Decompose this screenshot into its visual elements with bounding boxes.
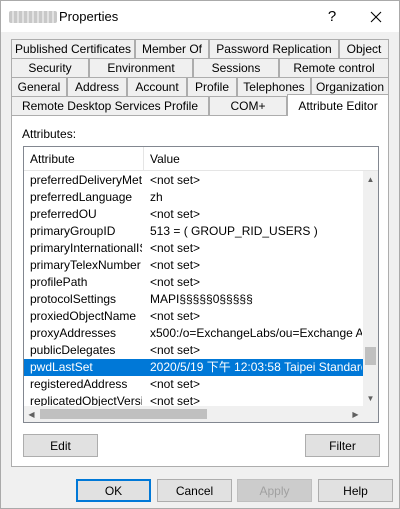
tab-address[interactable]: Address — [67, 77, 127, 96]
close-button[interactable] — [359, 1, 393, 32]
tab-attribute-editor[interactable]: Attribute Editor — [287, 94, 389, 116]
attribute-value-cell: <not set> — [150, 173, 201, 187]
attribute-name-cell: preferredLanguage — [30, 190, 133, 204]
table-row[interactable]: protocolSettings MAPI§§§§§0§§§§§ — [24, 291, 363, 308]
tab-object[interactable]: Object — [339, 39, 389, 58]
attribute-name-cell: preferredOU — [30, 207, 97, 221]
attribute-value-cell: <not set> — [150, 241, 201, 255]
list-header: Attribute Value — [24, 147, 378, 171]
table-row[interactable]: preferredDeliveryMet... <not set> — [24, 172, 363, 189]
table-row[interactable]: proxiedObjectName <not set> — [24, 308, 363, 325]
table-row[interactable]: preferredOU <not set> — [24, 206, 363, 223]
attribute-value-cell: zh — [150, 190, 163, 204]
horizontal-scroll-thumb[interactable] — [40, 409, 207, 419]
attribute-value-cell: 2020/5/19 下午 12:03:58 Taipei Standard T — [150, 360, 362, 374]
column-header-attribute[interactable]: Attribute — [24, 147, 144, 171]
table-row[interactable]: primaryInternationalIS... <not set> — [24, 240, 363, 257]
table-row[interactable]: preferredLanguage zh — [24, 189, 363, 206]
apply-button[interactable]: Apply — [237, 479, 312, 502]
attribute-value-cell: <not set> — [150, 309, 201, 323]
horizontal-scrollbar[interactable]: ◀ ▶ — [24, 406, 363, 422]
attribute-name-cell: proxyAddresses — [30, 326, 117, 340]
ok-button[interactable]: OK — [76, 479, 151, 502]
table-row[interactable]: pwdLastSet 2020/5/19 下午 12:03:58 Taipei S… — [24, 359, 363, 376]
attribute-value-cell: 513 = ( GROUP_RID_USERS ) — [150, 224, 318, 238]
tab-sessions[interactable]: Sessions — [193, 58, 279, 77]
filter-button[interactable]: Filter — [305, 434, 380, 457]
attribute-name-cell: protocolSettings — [30, 292, 117, 306]
attribute-value-cell: MAPI§§§§§0§§§§§ — [150, 292, 253, 306]
scroll-right-icon[interactable]: ▶ — [348, 406, 363, 422]
tab-security[interactable]: Security — [11, 58, 89, 77]
table-row[interactable]: primaryTelexNumber <not set> — [24, 257, 363, 274]
tab-member-of[interactable]: Member Of — [135, 39, 209, 58]
attribute-name-cell: primaryGroupID — [30, 224, 116, 238]
table-row[interactable]: registeredAddress <not set> — [24, 376, 363, 393]
blurred-object-name — [9, 11, 57, 23]
attribute-value-cell: <not set> — [150, 377, 201, 391]
table-row[interactable]: primaryGroupID 513 = ( GROUP_RID_USERS ) — [24, 223, 363, 240]
scroll-up-icon[interactable]: ▲ — [363, 171, 378, 187]
tab-remote-control[interactable]: Remote control — [279, 58, 389, 77]
edit-button[interactable]: Edit — [23, 434, 98, 457]
list-rows: preferredDeliveryMet... <not set> preferre… — [24, 171, 363, 406]
question-mark-icon: ? — [327, 8, 337, 25]
table-row[interactable]: replicatedObjectVersion <not set> — [24, 393, 363, 406]
attribute-name-cell: profilePath — [30, 275, 88, 289]
tab-com-plus[interactable]: COM+ — [209, 96, 287, 115]
scroll-down-icon[interactable]: ▼ — [363, 390, 378, 406]
attribute-name-cell: publicDelegates — [30, 343, 116, 357]
attributes-list[interactable]: Attribute Value preferredDeliveryMet... <… — [23, 146, 379, 423]
table-row[interactable]: profilePath <not set> — [24, 274, 363, 291]
vertical-scroll-thumb[interactable] — [365, 347, 376, 365]
scroll-left-icon[interactable]: ◀ — [24, 406, 39, 422]
scrollbar-corner — [363, 406, 378, 422]
attribute-value-cell: <not set> — [150, 394, 201, 406]
tab-profile[interactable]: Profile — [187, 77, 237, 96]
tab-account[interactable]: Account — [127, 77, 187, 96]
attribute-value-cell: <not set> — [150, 207, 201, 221]
attribute-name-cell: registeredAddress — [30, 377, 128, 391]
attribute-value-cell: <not set> — [150, 258, 201, 272]
attribute-value-cell: <not set> — [150, 343, 201, 357]
close-icon — [370, 11, 382, 22]
tab-environment[interactable]: Environment — [89, 58, 193, 77]
attribute-name-cell: primaryInternationalIS... — [30, 241, 142, 255]
attribute-name-cell: preferredDeliveryMet... — [30, 173, 142, 187]
help-title-button[interactable]: ? — [315, 1, 349, 32]
tab-general[interactable]: General — [11, 77, 67, 96]
attribute-name-cell: primaryTelexNumber — [30, 258, 141, 272]
attribute-name-cell: replicatedObjectVersion — [30, 394, 142, 406]
vertical-scrollbar[interactable]: ▲ ▼ — [363, 171, 378, 406]
attribute-value-cell: x500:/o=ExchangeLabs/ou=Exchange Admi — [150, 326, 362, 340]
properties-dialog: Properties ? Published Certificates Memb… — [0, 0, 400, 509]
attribute-name-cell: proxiedObjectName — [30, 309, 137, 323]
window-title: Properties — [59, 9, 119, 24]
attribute-name-cell: pwdLastSet — [30, 360, 93, 374]
tab-password-replication[interactable]: Password Replication — [209, 39, 339, 58]
title-bar: Properties ? — [1, 1, 399, 32]
table-row[interactable]: publicDelegates <not set> — [24, 342, 363, 359]
help-button[interactable]: Help — [318, 479, 393, 502]
tab-remote-desktop-services-profile[interactable]: Remote Desktop Services Profile — [11, 96, 209, 115]
column-header-value[interactable]: Value — [144, 147, 378, 171]
table-row[interactable]: proxyAddresses x500:/o=ExchangeLabs/ou=Ex… — [24, 325, 363, 342]
tab-published-certificates[interactable]: Published Certificates — [11, 39, 135, 58]
attribute-value-cell: <not set> — [150, 275, 201, 289]
cancel-button[interactable]: Cancel — [157, 479, 232, 502]
attributes-label: Attributes: — [22, 127, 77, 141]
